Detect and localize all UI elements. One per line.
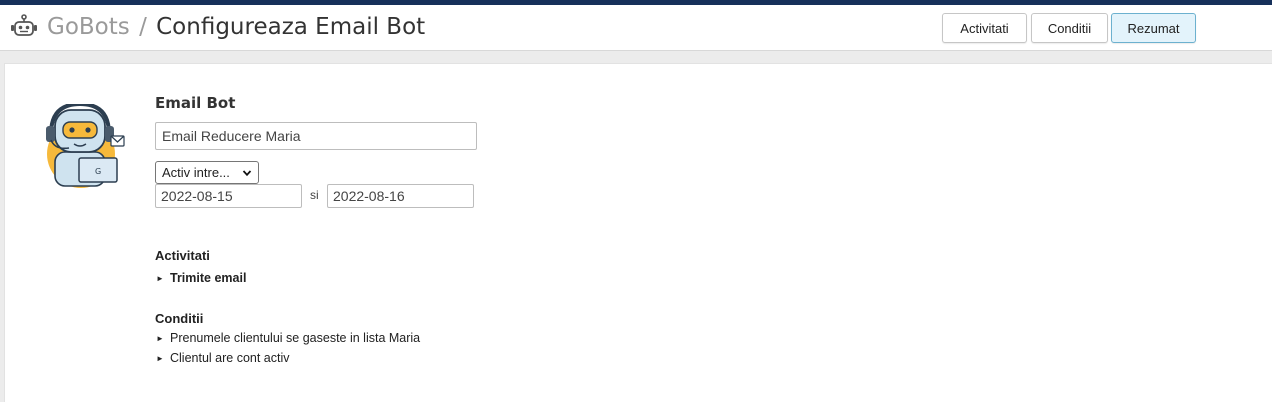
condition-label: Clientul are cont activ — [170, 351, 290, 365]
date-join-label: si — [310, 188, 319, 202]
conditii-button[interactable]: Conditii — [1031, 13, 1108, 43]
breadcrumb-root[interactable]: GoBots — [47, 14, 130, 40]
conditions-title: Conditii — [155, 311, 204, 326]
schedule-select-value: Activ intre... — [162, 165, 230, 180]
activitati-button[interactable]: Activitati — [942, 13, 1027, 43]
chevron-down-icon — [242, 169, 252, 176]
condition-item: ► Clientul are cont activ — [156, 351, 290, 365]
breadcrumb-separator: / — [139, 14, 147, 40]
bot-name-input[interactable] — [155, 122, 477, 150]
bullet-triangle-icon: ► — [156, 274, 164, 283]
page-title: Configureaza Email Bot — [156, 14, 426, 40]
bot-title: Email Bot — [155, 94, 236, 112]
date-from-input[interactable] — [155, 184, 302, 208]
schedule-select[interactable]: Activ intre... — [155, 161, 259, 184]
activity-label: Trimite email — [170, 271, 247, 285]
rezumat-button[interactable]: Rezumat — [1111, 13, 1196, 43]
breadcrumb: GoBots / Configureaza Email Bot — [47, 13, 425, 41]
condition-item: ► Prenumele clientului se gaseste in list… — [156, 331, 420, 345]
bullet-triangle-icon: ► — [156, 354, 164, 363]
activity-item: ► Trimite email — [156, 271, 246, 285]
svg-text:G: G — [95, 167, 101, 176]
bullet-triangle-icon: ► — [156, 334, 164, 343]
condition-label: Prenumele clientului se gaseste in lista… — [170, 331, 421, 345]
robot-icon — [11, 14, 37, 36]
activities-title: Activitati — [155, 248, 210, 263]
bot-illustration: G — [46, 104, 125, 188]
summary-panel: G Email Bot Activ intre... si Activitati… — [4, 63, 1272, 402]
header-bar: GoBots / Configureaza Email Bot Activita… — [0, 5, 1272, 51]
date-to-input[interactable] — [327, 184, 474, 208]
